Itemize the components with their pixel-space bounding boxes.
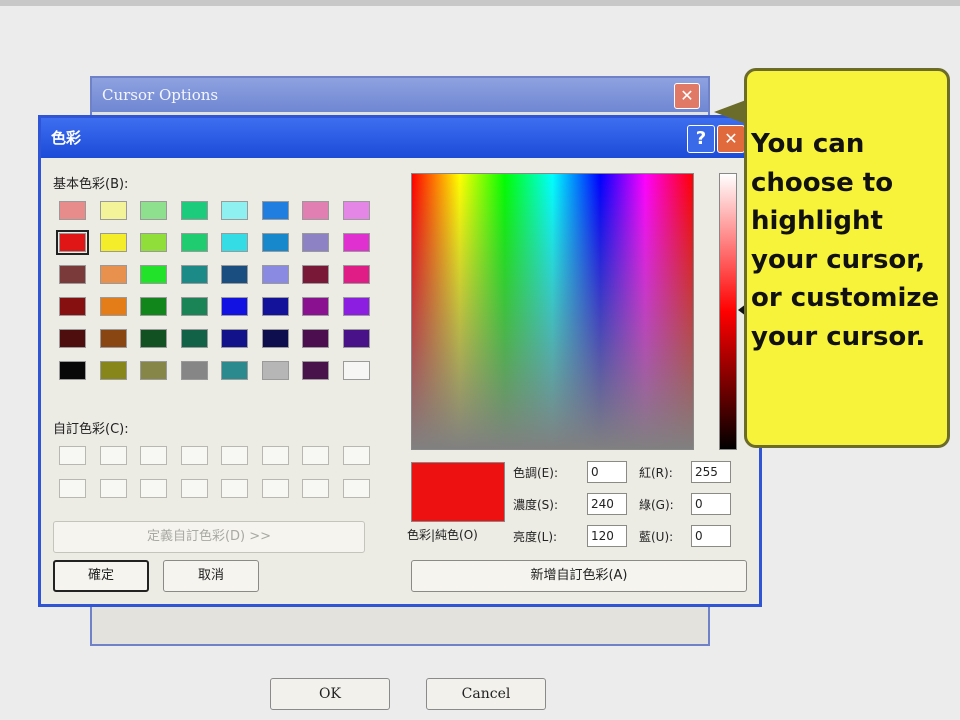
color-ok-button[interactable]: 確定: [53, 560, 149, 592]
basic-color-swatch[interactable]: [140, 233, 167, 252]
luminance-field[interactable]: 120: [587, 525, 627, 547]
basic-color-swatch[interactable]: [302, 297, 329, 316]
basic-color-swatch[interactable]: [302, 201, 329, 220]
basic-color-swatch[interactable]: [99, 361, 127, 380]
basic-color-swatch[interactable]: [59, 265, 86, 284]
basic-color-swatch[interactable]: [221, 329, 248, 348]
green-label: 綠(G):: [639, 498, 674, 512]
custom-color-swatch[interactable]: [59, 479, 86, 498]
custom-color-swatch[interactable]: [221, 446, 248, 465]
custom-color-swatch[interactable]: [180, 446, 208, 465]
basic-color-swatch[interactable]: [99, 233, 127, 252]
custom-colors-label: 自訂色彩(C):: [53, 422, 129, 437]
basic-color-swatch[interactable]: [99, 201, 127, 220]
tutorial-callout: You can choose to highlight your cursor,…: [744, 68, 950, 448]
custom-color-swatch[interactable]: [302, 446, 329, 465]
basic-color-swatch[interactable]: [342, 201, 370, 220]
basic-color-swatch[interactable]: [342, 297, 370, 316]
custom-color-swatch[interactable]: [342, 446, 370, 465]
basic-color-swatch[interactable]: [59, 329, 86, 348]
hue-field[interactable]: 0: [587, 461, 627, 483]
basic-color-swatch[interactable]: [140, 329, 167, 348]
custom-color-swatch[interactable]: [342, 479, 370, 498]
basic-color-swatch[interactable]: [342, 329, 370, 348]
custom-color-swatch[interactable]: [140, 479, 167, 498]
basic-color-swatch[interactable]: [302, 233, 329, 252]
custom-color-swatch[interactable]: [99, 446, 127, 465]
callout-pointer: [714, 100, 746, 124]
custom-color-swatch[interactable]: [261, 479, 289, 498]
basic-color-swatch[interactable]: [140, 297, 167, 316]
cursor-options-title: Cursor Options: [92, 78, 708, 112]
basic-color-swatch[interactable]: [342, 233, 370, 252]
blue-label: 藍(U):: [639, 530, 674, 544]
basic-color-swatch[interactable]: [59, 201, 86, 220]
basic-color-swatch[interactable]: [180, 297, 208, 316]
basic-color-swatch[interactable]: [180, 361, 208, 380]
top-bar: [0, 0, 960, 6]
basic-color-swatch[interactable]: [261, 201, 289, 220]
custom-color-swatch[interactable]: [221, 479, 248, 498]
custom-color-swatch[interactable]: [99, 479, 127, 498]
blue-field[interactable]: 0: [691, 525, 731, 547]
basic-color-swatch[interactable]: [342, 265, 370, 284]
basic-color-swatch[interactable]: [180, 265, 208, 284]
saturation-field[interactable]: 240: [587, 493, 627, 515]
custom-color-swatch[interactable]: [180, 479, 208, 498]
cancel-button[interactable]: Cancel: [426, 678, 546, 710]
basic-color-swatch[interactable]: [99, 297, 127, 316]
red-label: 紅(R):: [639, 466, 673, 480]
color-cancel-button[interactable]: 取消: [163, 560, 259, 592]
red-field[interactable]: 255: [691, 461, 731, 483]
basic-color-swatch[interactable]: [302, 329, 329, 348]
basic-color-swatch[interactable]: [221, 201, 248, 220]
custom-color-swatch[interactable]: [140, 446, 167, 465]
green-field[interactable]: 0: [691, 493, 731, 515]
basic-color-swatch[interactable]: [59, 297, 86, 316]
basic-color-swatch[interactable]: [180, 329, 208, 348]
basic-color-swatch[interactable]: [302, 265, 329, 284]
custom-color-swatch[interactable]: [261, 446, 289, 465]
basic-color-swatch[interactable]: [99, 329, 127, 348]
custom-color-swatch[interactable]: [302, 479, 329, 498]
basic-color-swatch[interactable]: [261, 233, 289, 252]
basic-color-swatch[interactable]: [140, 361, 167, 380]
basic-color-swatch[interactable]: [342, 361, 370, 380]
callout-text: You can choose to highlight your cursor,…: [751, 129, 940, 352]
basic-color-swatch[interactable]: [261, 297, 289, 316]
hue-label: 色調(E):: [513, 466, 558, 480]
color-preview: [411, 462, 505, 522]
ok-button[interactable]: OK: [270, 678, 390, 710]
basic-color-swatch[interactable]: [261, 265, 289, 284]
close-icon[interactable]: ✕: [717, 125, 745, 153]
basic-color-swatch[interactable]: [302, 361, 329, 380]
basic-color-swatch[interactable]: [56, 230, 89, 255]
basic-color-swatch[interactable]: [180, 233, 208, 252]
add-custom-color-button[interactable]: 新增自訂色彩(A): [411, 560, 747, 592]
basic-color-swatch[interactable]: [59, 361, 86, 380]
basic-color-swatch[interactable]: [221, 265, 248, 284]
basic-color-swatch[interactable]: [221, 233, 248, 252]
color-dialog-title: 色彩: [41, 118, 759, 158]
color-spectrum[interactable]: [411, 173, 694, 450]
luminance-label: 亮度(L):: [513, 530, 558, 544]
basic-color-swatch[interactable]: [261, 329, 289, 348]
saturation-label: 濃度(S):: [513, 498, 559, 512]
basic-color-swatch[interactable]: [180, 201, 208, 220]
basic-color-swatch[interactable]: [99, 265, 127, 284]
basic-color-swatch[interactable]: [140, 265, 167, 284]
basic-color-swatch[interactable]: [261, 361, 289, 380]
basic-color-swatch[interactable]: [221, 297, 248, 316]
color-solid-label: 色彩|純色(O): [407, 528, 478, 542]
basic-color-swatch[interactable]: [140, 201, 167, 220]
basic-colors-label: 基本色彩(B):: [53, 177, 129, 192]
color-dialog: 色彩 ? ✕ 基本色彩(B): 自訂色彩(C): 定義自訂色彩(D) >> 確定…: [38, 115, 762, 607]
cursor-options-close-icon[interactable]: ✕: [674, 83, 700, 109]
luminance-bar[interactable]: [719, 173, 737, 450]
help-icon[interactable]: ?: [687, 125, 715, 153]
basic-color-swatch[interactable]: [221, 361, 248, 380]
custom-color-swatch[interactable]: [59, 446, 86, 465]
define-custom-colors-button[interactable]: 定義自訂色彩(D) >>: [53, 521, 365, 553]
